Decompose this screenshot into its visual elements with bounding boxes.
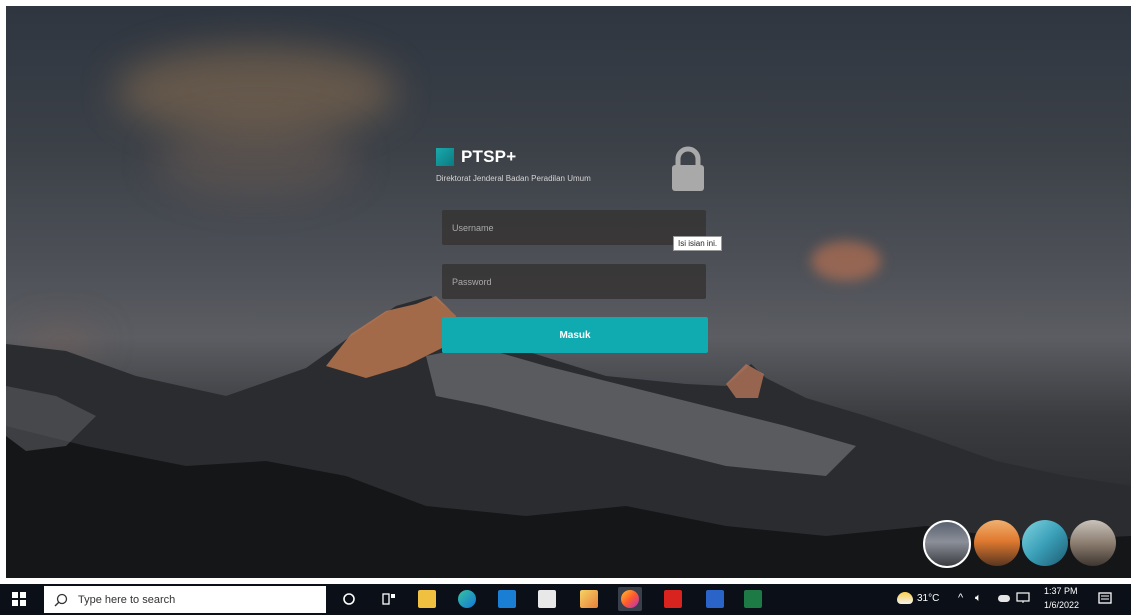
lock-icon: [672, 146, 704, 191]
ptsp-logo-icon: [436, 148, 454, 166]
clock-time[interactable]: 1:37 PM: [1044, 586, 1078, 596]
password-field[interactable]: Password: [442, 264, 706, 299]
login-form: PTSP+ Direktorat Jenderal Badan Peradila…: [436, 144, 708, 353]
clock-date[interactable]: 1/6/2022: [1044, 600, 1079, 610]
brand-name: PTSP+: [461, 147, 517, 166]
notifications-icon[interactable]: [1098, 592, 1112, 606]
brand-subtitle: Direktorat Jenderal Badan Peradilan Umum: [436, 174, 591, 183]
system-tray: 31°C ^ 🔈︎ 1:37 PM 1/6/2022: [0, 584, 1131, 615]
validation-tooltip: Isi isian ini.: [673, 236, 723, 251]
wallpaper-thumb-sea[interactable]: [1022, 520, 1068, 566]
masuk-button[interactable]: Masuk: [442, 317, 708, 353]
username-field[interactable]: Username: [442, 210, 706, 245]
network-icon[interactable]: [1016, 592, 1030, 604]
chevron-up-icon[interactable]: ^: [958, 592, 963, 604]
wallpaper-thumb-mountain[interactable]: [923, 520, 971, 568]
weather-icon[interactable]: [897, 592, 913, 604]
weather-temp[interactable]: 31°C: [917, 593, 939, 604]
onedrive-icon[interactable]: [998, 595, 1010, 602]
desktop-wallpaper: PTSP+ Direktorat Jenderal Badan Peradila…: [6, 6, 1131, 578]
speaker-icon[interactable]: 🔈︎: [975, 592, 982, 605]
wallpaper-thumb-sunset[interactable]: [974, 520, 1020, 566]
wallpaper-thumb-hills[interactable]: [1070, 520, 1116, 566]
brand-header: PTSP+: [436, 144, 708, 170]
taskbar: Type here to search 31°C ^ 🔈︎ 1:37 PM 1/…: [0, 584, 1131, 615]
